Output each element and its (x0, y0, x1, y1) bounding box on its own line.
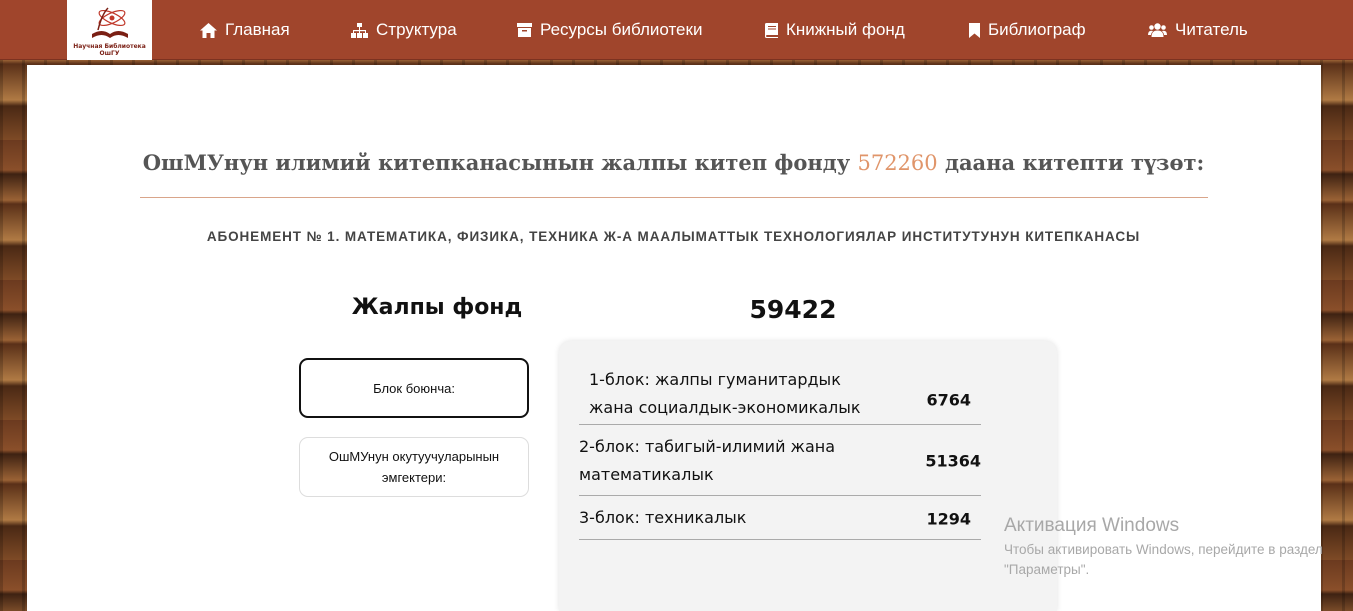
nav-item-book-fund[interactable]: Книжный фонд (765, 0, 905, 60)
block-name: 2-блок: табигый-илимий жана математикалы… (579, 437, 836, 484)
home-icon (200, 22, 217, 38)
sitemap-icon (351, 22, 368, 38)
nav-item-label: Ресурсы библиотеки (540, 20, 703, 39)
users-icon (1148, 23, 1167, 37)
title-divider (140, 197, 1208, 198)
nav-item-label: Книжный фонд (786, 20, 905, 39)
table-row: 1-блок: жалпы гуманитардык жана социалды… (579, 361, 981, 425)
by-block-button-label: Блок боюнча: (373, 380, 455, 396)
total-books-number: 572260 (857, 151, 938, 175)
windows-activation-watermark: Активация Windows Чтобы активировать Win… (1004, 515, 1344, 580)
book-icon (765, 22, 778, 38)
nav-item-bibliographer[interactable]: Библиограф (969, 0, 1086, 60)
bookmark-icon (969, 22, 980, 38)
logo-caption: Научная Библиотека ОшГУ (73, 43, 146, 57)
table-row: 2-блок: табигый-илимий жана математикалы… (579, 425, 981, 496)
nav-item-resources[interactable]: Ресурсы библиотеки (517, 0, 702, 60)
navbar: Научная Библиотека ОшГУ Главная Структур… (0, 0, 1353, 60)
fond-label: Жалпы фонд (351, 295, 523, 320)
section-subtitle: АБОНЕМЕНТ № 1. МАТЕМАТИКА, ФИЗИКА, ТЕХНИ… (206, 229, 1141, 244)
nav-item-reader[interactable]: Читатель (1148, 0, 1248, 60)
nav-item-label: Библиограф (988, 20, 1086, 39)
nav-item-home[interactable]: Главная (200, 0, 290, 60)
nav-item-label: Главная (225, 20, 290, 39)
headline-text-end: даана китепти түзөт: (937, 150, 1205, 175)
watermark-text: Чтобы активировать Windows, перейдите в … (1004, 542, 1323, 577)
teachers-works-button[interactable]: ОшМУнун окутуучуларынын эмгектери: (299, 437, 529, 497)
block-value: 1294 (926, 509, 971, 529)
block-table-card: 1-блок: жалпы гуманитардык жана социалды… (559, 341, 1057, 611)
block-name: 3-блок: техникалык (579, 508, 747, 527)
table-row: 3-блок: техникалык 1294 (579, 496, 981, 540)
nav-item-label: Читатель (1175, 20, 1248, 39)
watermark-title: Активация Windows (1004, 515, 1180, 536)
nav-item-label: Структура (376, 20, 457, 39)
page-title: ОшМУнун илимий китепканасынын жалпы ките… (0, 150, 1347, 175)
headline-text-start: ОшМУнун илимий китепканасынын жалпы ките… (142, 150, 858, 175)
block-value: 51364 (925, 451, 981, 471)
library-logo[interactable]: Научная Библиотека ОшГУ (67, 0, 152, 60)
by-block-button[interactable]: Блок боюнча: (299, 358, 529, 418)
teachers-works-button-label: ОшМУнун окутуучуларынын эмгектери: (328, 449, 500, 485)
archive-icon (517, 23, 532, 37)
nav-item-structure[interactable]: Структура (351, 0, 457, 60)
block-name: 1-блок: жалпы гуманитардык жана социалды… (589, 370, 861, 417)
fond-total: 59422 (749, 295, 837, 324)
block-value: 6764 (926, 390, 971, 410)
logo-emblem-icon (91, 7, 128, 38)
